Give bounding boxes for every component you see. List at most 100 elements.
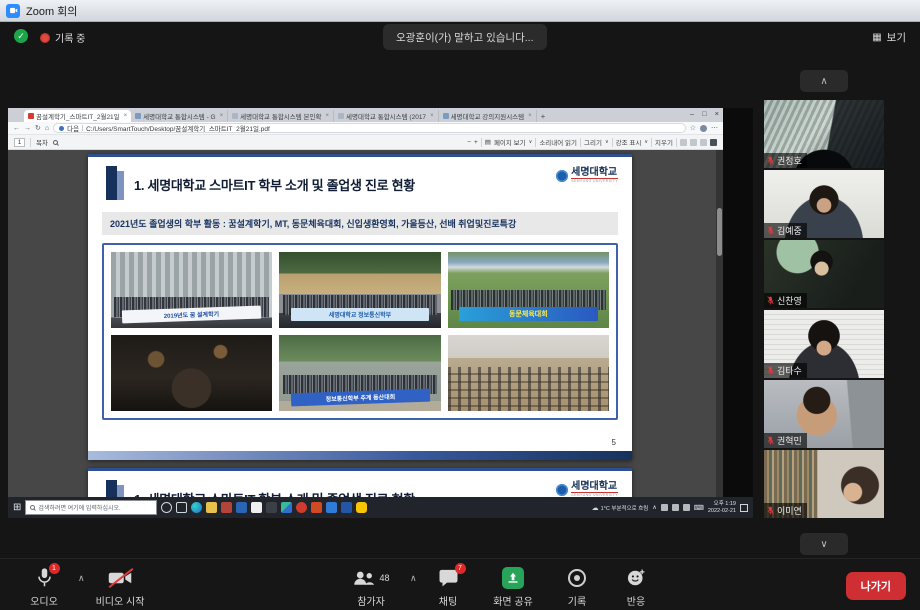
reactions-button[interactable]: 반응 — [612, 567, 660, 608]
address-bar[interactable]: 다음 C:/Users/SmartTouch/Desktop/꿈설계학기_스마트… — [53, 123, 686, 133]
record-label: 기록 — [568, 593, 586, 608]
pdf-page-view-button[interactable]: 페이지 보기 — [494, 137, 526, 147]
participant-video-5[interactable]: 권혁민 — [764, 380, 884, 448]
participant-video-1[interactable]: 권정호 — [764, 100, 884, 168]
powerpoint-icon[interactable] — [311, 502, 322, 513]
cortana-icon[interactable] — [161, 502, 172, 513]
kakaotalk-icon[interactable] — [356, 502, 367, 513]
forward-icon[interactable]: → — [24, 125, 31, 132]
tab-label: 세명대학교 강의지원시스템 — [451, 111, 525, 121]
mic-muted-icon — [767, 436, 774, 445]
pdf-page-input[interactable]: 1 — [14, 138, 25, 147]
taskbar-clock[interactable]: 오후 1:19 2022-02-21 — [708, 501, 736, 514]
pdf-search-icon[interactable] — [53, 140, 58, 145]
video-app-icon[interactable] — [326, 502, 337, 513]
logo-subtitle: SEMYUNG UNIVERSITY — [571, 178, 618, 184]
share-screen-button[interactable]: 화면 공유 — [484, 567, 542, 608]
print-icon[interactable] — [680, 139, 687, 146]
participants-scroll-down-button[interactable]: ∨ — [800, 533, 848, 555]
participant-video-2[interactable]: 김예중 — [764, 170, 884, 238]
browser-tab-pdf[interactable]: 꿈설계학기_스마트IT_2월21일 × — [24, 110, 131, 122]
leave-meeting-button[interactable]: 나가기 — [846, 572, 906, 600]
taskbar-search-input[interactable]: 검색하려면 여기에 입력하십시오. — [25, 500, 157, 515]
browser-tab-portal-1[interactable]: 세명대학교 통합시스템 - G × — [131, 110, 228, 122]
participant-video-6[interactable]: 이미연 — [764, 450, 884, 518]
display-app-icon[interactable] — [266, 502, 277, 513]
audio-options-chevron[interactable]: ∧ — [78, 573, 85, 584]
pdf-draw-button[interactable]: 그리기 — [584, 137, 602, 147]
battery-icon[interactable] — [661, 504, 668, 511]
browser-tab-portal-2[interactable]: 세명대학교 통합시스템 본인확 × — [228, 110, 334, 122]
pdf-erase-button[interactable]: 지우기 — [655, 137, 673, 147]
pdf-scrollbar[interactable] — [716, 150, 723, 497]
edge-icon[interactable] — [191, 502, 202, 513]
home-icon[interactable]: ⌂ — [45, 125, 49, 132]
save-icon[interactable] — [690, 139, 697, 146]
tab-close-icon[interactable]: × — [326, 113, 330, 119]
zoom-in-button[interactable]: + — [474, 139, 478, 146]
zoom-out-button[interactable]: − — [467, 139, 471, 146]
tab-close-icon[interactable]: × — [124, 113, 128, 119]
profile-avatar-icon[interactable] — [700, 125, 707, 132]
zoom-window-titlebar: Zoom 회의 — [0, 0, 920, 22]
back-icon[interactable]: ← — [13, 125, 20, 132]
participants-button[interactable]: 48 참가자 — [338, 567, 404, 608]
docs-app-icon[interactable] — [341, 502, 352, 513]
favorite-star-icon[interactable]: ☆ — [690, 124, 696, 132]
participants-options-chevron[interactable]: ∧ — [410, 573, 417, 584]
volume-icon[interactable] — [683, 504, 690, 511]
action-center-icon[interactable] — [740, 504, 748, 512]
tray-chevron-icon[interactable]: ∧ — [652, 504, 656, 511]
browser-minimize-button[interactable]: – — [690, 109, 694, 118]
zoom-control-toolbar: 1 오디오 ∧ 비디오 시작 48 참가자 ∧ — [0, 558, 920, 610]
reload-icon[interactable]: ↻ — [35, 124, 41, 132]
participant-name: 권혁민 — [777, 434, 802, 447]
tab-close-icon[interactable]: × — [528, 113, 532, 119]
new-tab-button[interactable]: + — [541, 112, 546, 121]
chat-button[interactable]: 7 채팅 — [424, 567, 472, 608]
slide-subtitle: 2021년도 졸업생의 학부 활동 : 꿈설계학기, MT, 동문체육대회, 신… — [102, 212, 618, 235]
remote-app-icon[interactable] — [281, 502, 292, 513]
pdf-scrollbar-thumb[interactable] — [717, 208, 722, 256]
photo-dinner-meeting — [111, 335, 272, 411]
security-app-icon[interactable] — [221, 502, 232, 513]
pen-app-icon[interactable] — [251, 502, 262, 513]
pin-toolbar-icon[interactable] — [710, 139, 717, 146]
header-bar-dark — [106, 166, 117, 200]
participant-video-4[interactable]: 김타수 — [764, 310, 884, 378]
participant-name: 김예중 — [777, 224, 802, 237]
tab-label: 세명대학교 통합시스템 (2017 — [346, 111, 426, 121]
logo-name: 세명대학교 — [571, 168, 618, 178]
pdf-read-aloud-button[interactable]: 소리내어 읽기 — [539, 137, 577, 147]
bookmark-label[interactable]: 다음 — [67, 123, 79, 133]
more-menu-icon[interactable]: ⋯ — [711, 124, 718, 132]
security-shield-icon[interactable]: ✓ — [14, 29, 28, 43]
more-tools-icon[interactable] — [700, 139, 707, 146]
tab-label: 세명대학교 통합시스템 본인확 — [240, 111, 321, 121]
start-video-button[interactable]: 비디오 시작 — [88, 567, 152, 608]
share-label: 화면 공유 — [493, 593, 533, 608]
view-mode-button[interactable]: ▦ 보기 — [872, 30, 906, 45]
participant-video-3[interactable]: 신찬영 — [764, 240, 884, 308]
reactions-label: 반응 — [627, 593, 645, 608]
task-view-icon[interactable] — [176, 502, 187, 513]
file-explorer-icon[interactable] — [206, 502, 217, 513]
record-button[interactable]: 기록 — [554, 567, 600, 608]
browser-close-button[interactable]: × — [715, 109, 719, 118]
browser-maximize-button[interactable]: □ — [702, 109, 707, 118]
recorder-app-icon[interactable] — [296, 502, 307, 513]
audio-button[interactable]: 1 오디오 — [16, 567, 72, 608]
globe-icon — [556, 484, 568, 496]
network-icon[interactable] — [672, 504, 679, 511]
browser-tab-lms[interactable]: 세명대학교 강의지원시스템 × — [439, 110, 537, 122]
keyboard-icon[interactable]: ⌨ — [694, 504, 704, 512]
browser-tab-portal-3[interactable]: 세명대학교 통합시스템 (2017 × — [334, 110, 439, 122]
start-button-icon[interactable]: ⊞ — [13, 503, 21, 513]
pdf-highlight-button[interactable]: 강조 표시 — [616, 137, 642, 147]
pdf-contents-button[interactable]: 목차 — [36, 137, 48, 147]
participants-scroll-up-button[interactable]: ∧ — [800, 70, 848, 92]
tab-close-icon[interactable]: × — [430, 113, 434, 119]
tab-close-icon[interactable]: × — [220, 113, 224, 119]
office-app-icon[interactable] — [236, 502, 247, 513]
weather-widget[interactable]: ☁ 1°C 부분적으로 흐림 — [592, 504, 649, 512]
